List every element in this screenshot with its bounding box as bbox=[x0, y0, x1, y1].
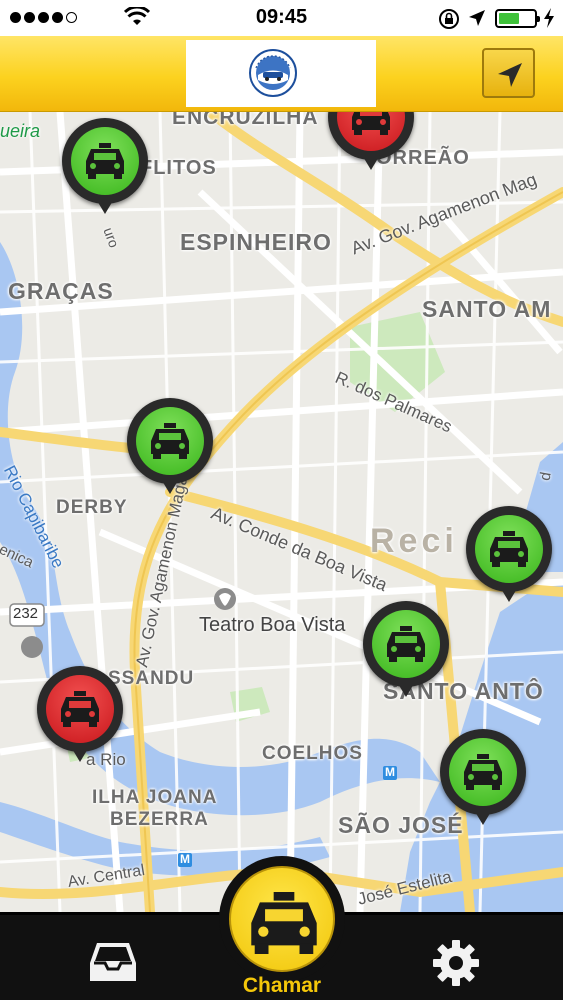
settings-button[interactable] bbox=[432, 939, 480, 987]
logo-box bbox=[186, 40, 376, 107]
locate-me-button[interactable] bbox=[482, 48, 535, 98]
call-button-label: Chamar bbox=[242, 974, 322, 997]
taxi-marker-busy[interactable] bbox=[37, 666, 123, 764]
gear-icon bbox=[433, 940, 479, 986]
company-emblem-icon bbox=[248, 48, 298, 98]
neighborhood-label: BEZERRA bbox=[110, 809, 209, 830]
neighborhood-label: SANTO AM bbox=[422, 296, 552, 322]
neighborhood-label: Reci bbox=[370, 522, 458, 560]
inbox-tray-icon bbox=[90, 943, 136, 981]
status-bar: 09:45 bbox=[0, 0, 563, 36]
taxi-icon bbox=[151, 423, 189, 459]
charging-bolt-icon bbox=[544, 8, 554, 28]
taxi-marker-free[interactable] bbox=[440, 729, 526, 827]
metro-symbol: M bbox=[385, 765, 395, 779]
poi-label: Teatro Boa Vista bbox=[199, 614, 346, 636]
battery-icon bbox=[495, 9, 540, 28]
neighborhood-label: COELHOS bbox=[262, 743, 363, 764]
rotation-lock-icon bbox=[439, 9, 459, 29]
taxi-icon bbox=[387, 626, 425, 662]
taxi-marker-free[interactable] bbox=[363, 601, 449, 699]
taxi-marker-free[interactable] bbox=[62, 118, 148, 216]
taxi-marker-busy[interactable] bbox=[328, 112, 414, 172]
neighborhood-label: ESPINHEIRO bbox=[180, 229, 332, 255]
inbox-button[interactable] bbox=[88, 941, 138, 985]
location-arrow-icon bbox=[469, 10, 485, 26]
neighborhood-label: GRAÇAS bbox=[8, 278, 114, 304]
taxi-marker-free[interactable] bbox=[466, 506, 552, 604]
neighborhood-label: FLITOS bbox=[140, 157, 217, 179]
taxi-icon bbox=[86, 143, 124, 179]
taxi-icon bbox=[490, 531, 528, 567]
app-header bbox=[0, 36, 563, 112]
taxi-icon bbox=[61, 691, 99, 727]
call-taxi-button[interactable] bbox=[219, 856, 345, 982]
taxi-icon bbox=[251, 892, 317, 954]
taxi-marker-free[interactable] bbox=[127, 398, 213, 496]
map-view[interactable]: 232 M M ENCRUZILHA FLITOS ORREÃO ESPINHE… bbox=[0, 112, 563, 912]
route-shield-label: 232 bbox=[13, 605, 39, 622]
street-label: ueira bbox=[0, 121, 41, 141]
neighborhood-label: DERBY bbox=[56, 497, 128, 518]
neighborhood-label: ILHA JOANA bbox=[92, 787, 218, 808]
neighborhood-label: ENCRUZILHA bbox=[172, 112, 319, 129]
metro-symbol: M bbox=[180, 852, 190, 866]
taxi-icon bbox=[464, 754, 502, 790]
taxi-icon bbox=[352, 112, 390, 135]
location-arrow-icon bbox=[498, 63, 522, 87]
